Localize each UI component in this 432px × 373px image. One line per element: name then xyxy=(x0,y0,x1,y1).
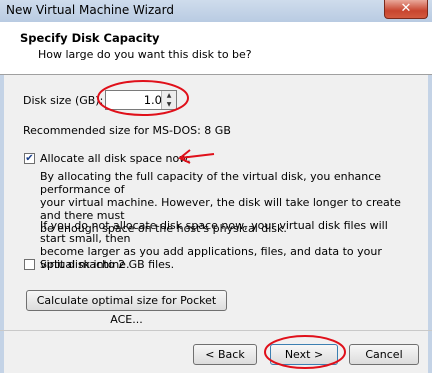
page-subtitle: How large do you want this disk to be? xyxy=(38,48,252,61)
allocate-label[interactable]: Allocate all disk space now. xyxy=(40,152,191,165)
allocate-checkbox[interactable]: ✔ xyxy=(24,153,35,164)
cancel-button[interactable]: Cancel xyxy=(349,344,419,365)
disk-size-label: Disk size (GB): xyxy=(23,94,104,107)
back-button[interactable]: < Back xyxy=(193,344,257,365)
description-line: If you do not allocate disk space now, y… xyxy=(40,219,388,245)
disk-size-spinner[interactable]: ▲ ▼ xyxy=(105,90,177,110)
close-button[interactable]: ✕ xyxy=(384,0,428,19)
close-icon: ✕ xyxy=(400,1,412,16)
split-checkbox[interactable] xyxy=(24,259,35,270)
description-line: By allocating the full capacity of the v… xyxy=(40,170,382,196)
next-button[interactable]: Next > xyxy=(270,344,338,365)
wizard-header: Specify Disk Capacity How large do you w… xyxy=(0,22,432,75)
page-title: Specify Disk Capacity xyxy=(20,31,160,45)
spinner-buttons: ▲ ▼ xyxy=(161,91,176,109)
window-title: New Virtual Machine Wizard xyxy=(6,3,174,17)
title-bar: New Virtual Machine Wizard ✕ xyxy=(0,0,432,23)
footer-divider xyxy=(0,330,432,331)
calculate-size-button[interactable]: Calculate optimal size for Pocket ACE... xyxy=(26,290,227,326)
split-label[interactable]: Split disk into 2 GB files. xyxy=(40,258,174,271)
disk-size-input[interactable] xyxy=(108,92,164,108)
recommended-size-text: Recommended size for MS-DOS: 8 GB xyxy=(23,124,231,137)
spin-down-icon[interactable]: ▼ xyxy=(162,100,176,109)
